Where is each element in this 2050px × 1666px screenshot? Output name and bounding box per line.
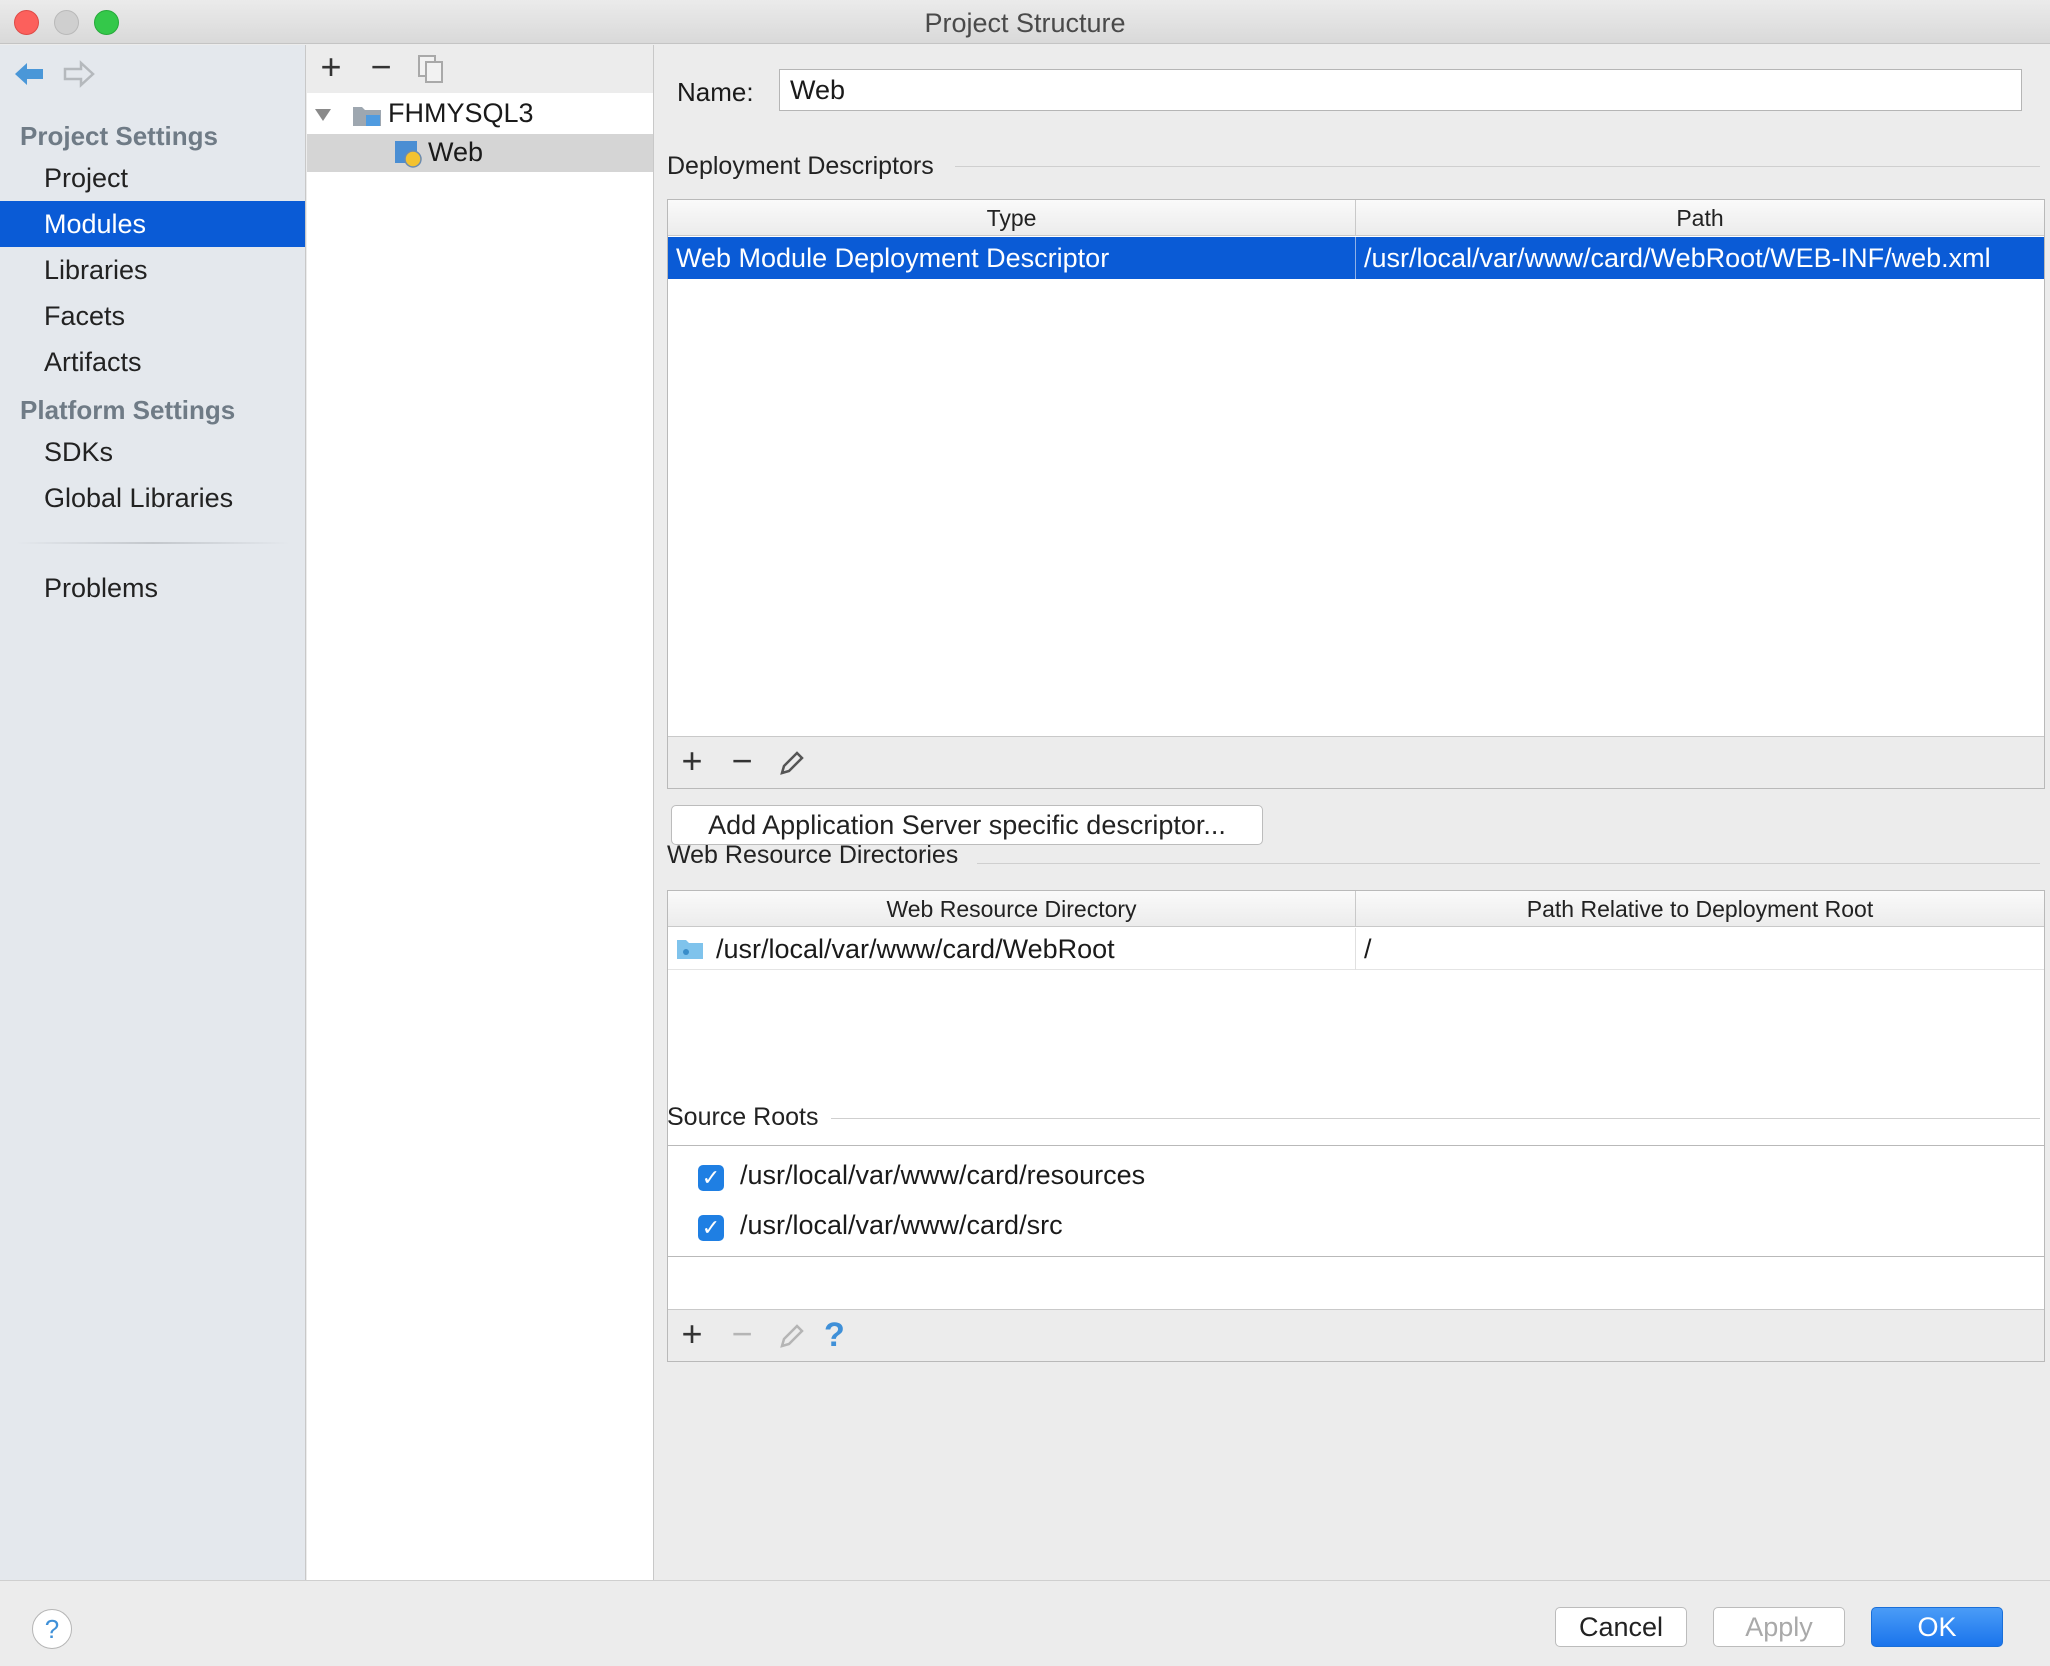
web-resource-directory-cell: /usr/local/var/www/card/WebRoot — [708, 928, 1356, 970]
source-root-path: /usr/local/var/www/card/resources — [740, 1160, 1146, 1190]
platform-settings-heading: Platform Settings — [20, 395, 236, 425]
tree-node-fhmysql3[interactable]: FHMYSQL3 — [307, 94, 653, 134]
sidebar-divider — [16, 542, 290, 544]
column-header-relative-path[interactable]: Path Relative to Deployment Root — [1356, 891, 2044, 927]
source-roots-list: ✓ /usr/local/var/www/card/resources ✓ /u… — [667, 1145, 2045, 1257]
web-resource-directories-title: Web Resource Directories — [667, 841, 959, 869]
source-root-path: /usr/local/var/www/card/src — [740, 1210, 1063, 1240]
column-header-web-resource-directory[interactable]: Web Resource Directory — [668, 891, 1356, 927]
project-settings-heading: Project Settings — [20, 121, 218, 151]
window-title: Project Structure — [924, 8, 1126, 38]
edit-pencil-icon[interactable] — [778, 749, 806, 777]
name-label: Name: — [677, 77, 754, 107]
apply-button[interactable]: Apply — [1713, 1607, 1845, 1647]
cancel-button[interactable]: Cancel — [1555, 1607, 1687, 1647]
descriptor-type-cell: Web Module Deployment Descriptor — [668, 237, 1356, 279]
tree-node-web[interactable]: Web — [307, 134, 653, 172]
ok-button[interactable]: OK — [1871, 1607, 2003, 1647]
add-descriptor-button[interactable]: + — [672, 741, 712, 781]
module-tree-panel: + − FHMYSQL3 Web — [307, 45, 654, 1580]
dialog-footer: ? Cancel Apply OK — [0, 1580, 2050, 1666]
source-root-checkbox[interactable]: ✓ — [698, 1165, 724, 1191]
sidebar-item-sdks[interactable]: SDKs — [0, 429, 305, 475]
tree-node-label: FHMYSQL3 — [388, 98, 534, 128]
table-row[interactable]: /usr/local/var/www/card/WebRoot / — [668, 928, 2044, 970]
sidebar-item-libraries[interactable]: Libraries — [0, 247, 305, 293]
help-question-icon[interactable]: ? — [824, 1316, 845, 1355]
module-settings-panel: Name: Web Deployment Descriptors Type Pa… — [655, 45, 2050, 1580]
remove-module-button[interactable]: − — [361, 47, 401, 87]
tree-toolbar: + − — [307, 45, 653, 93]
list-item: ✓ /usr/local/var/www/card/resources — [668, 1158, 2044, 1198]
sidebar-item-modules[interactable]: Modules — [0, 201, 305, 247]
back-arrow-icon[interactable] — [12, 59, 46, 89]
deployment-table-toolbar: + − — [668, 736, 2044, 788]
sidebar-item-global-libraries[interactable]: Global Libraries — [0, 475, 305, 521]
web-resource-directories-table: Web Resource Directory Path Relative to … — [667, 890, 2045, 1362]
section-divider — [955, 166, 2040, 167]
source-roots-title: Source Roots — [667, 1103, 819, 1131]
deployment-descriptors-title: Deployment Descriptors — [667, 152, 934, 180]
sidebar-item-artifacts[interactable]: Artifacts — [0, 339, 305, 385]
table-row[interactable]: Web Module Deployment Descriptor /usr/lo… — [668, 237, 2044, 279]
add-server-descriptor-button[interactable]: Add Application Server specific descript… — [671, 805, 1263, 845]
list-item: ✓ /usr/local/var/www/card/src — [668, 1208, 2044, 1248]
tree-node-label: Web — [428, 137, 484, 167]
source-root-checkbox[interactable]: ✓ — [698, 1215, 724, 1241]
help-button[interactable]: ? — [32, 1609, 72, 1649]
add-web-resource-button[interactable]: + — [672, 1314, 712, 1354]
column-header-path[interactable]: Path — [1356, 200, 2044, 236]
section-divider — [977, 863, 2040, 864]
name-input[interactable]: Web — [779, 69, 2022, 111]
column-header-type[interactable]: Type — [668, 200, 1356, 236]
sidebar-item-facets[interactable]: Facets — [0, 293, 305, 339]
remove-web-resource-button[interactable]: − — [722, 1314, 762, 1354]
module-folder-icon — [353, 107, 381, 126]
web-resources-table-toolbar: + − ? — [668, 1309, 2044, 1361]
section-divider — [831, 1118, 2040, 1119]
deployment-descriptors-table: Type Path Web Module Deployment Descript… — [667, 199, 2045, 789]
folder-icon — [677, 940, 703, 959]
title-bar: Project Structure — [0, 0, 2050, 44]
sidebar-item-problems[interactable]: Problems — [0, 565, 305, 611]
web-facet-icon — [395, 141, 422, 168]
copy-icon[interactable] — [416, 53, 446, 85]
add-module-button[interactable]: + — [311, 47, 351, 87]
expand-triangle-icon[interactable] — [313, 106, 333, 124]
edit-pencil-icon[interactable] — [778, 1322, 806, 1350]
relative-path-cell: / — [1364, 934, 1372, 964]
sidebar: Project Settings Project Modules Librari… — [0, 45, 306, 1580]
descriptor-path-cell: /usr/local/var/www/card/WebRoot/WEB-INF/… — [1364, 243, 1991, 273]
sidebar-item-project[interactable]: Project — [0, 155, 305, 201]
remove-descriptor-button[interactable]: − — [722, 741, 762, 781]
forward-arrow-icon[interactable] — [62, 59, 96, 89]
